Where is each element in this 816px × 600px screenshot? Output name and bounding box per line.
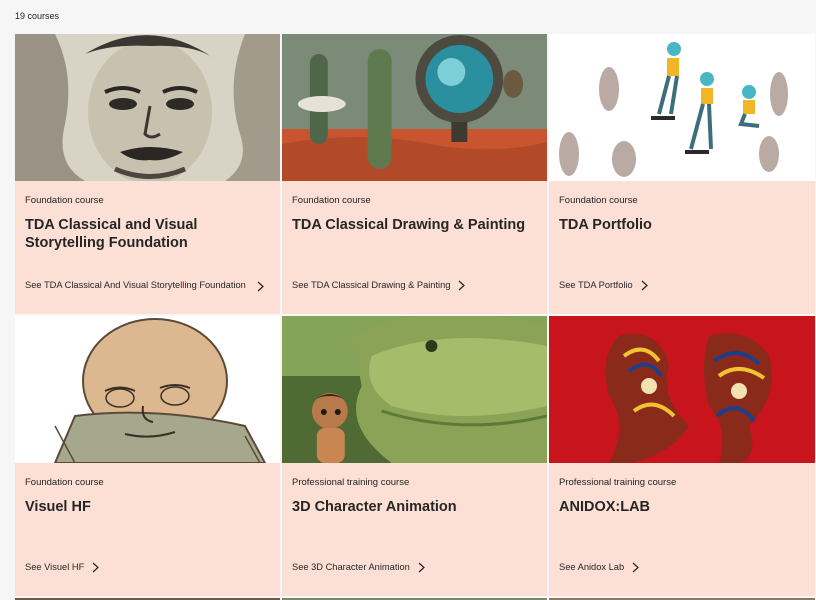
course-image-old-man-illustration[interactable] xyxy=(15,316,280,463)
chevron-right-icon xyxy=(641,280,648,291)
course-link[interactable]: See TDA Classical And Visual Storytellin… xyxy=(25,278,264,293)
course-link-label[interactable]: See 3D Character Animation xyxy=(292,562,410,572)
course-link[interactable]: See Anidox Lab xyxy=(559,560,785,575)
course-card[interactable]: Professional training course ANIDOX:LAB … xyxy=(549,316,815,596)
course-card[interactable]: Foundation course TDA Classical and Visu… xyxy=(15,34,280,314)
course-count: 19 courses xyxy=(15,11,60,21)
course-title[interactable]: Visuel HF xyxy=(25,498,266,516)
course-image-patterned-abstract[interactable] xyxy=(549,316,815,463)
course-type: Foundation course xyxy=(25,477,104,488)
course-type: Foundation course xyxy=(559,195,638,206)
course-title[interactable]: TDA Classical and Visual Storytelling Fo… xyxy=(25,216,266,252)
chevron-right-icon xyxy=(632,562,640,573)
course-image-character-sketches[interactable] xyxy=(549,34,815,181)
chevron-right-icon xyxy=(92,562,100,573)
course-link-label[interactable]: See TDA Classical Drawing & Painting xyxy=(292,280,450,290)
chevron-right-icon xyxy=(459,280,466,291)
course-type: Foundation course xyxy=(25,195,104,206)
course-type: Foundation course xyxy=(292,195,371,206)
course-image-surreal-painting[interactable] xyxy=(282,34,547,181)
course-title[interactable]: TDA Portfolio xyxy=(559,216,801,234)
course-link-label[interactable]: See TDA Portfolio xyxy=(559,280,633,290)
course-link-label[interactable]: See Anidox Lab xyxy=(559,562,624,572)
course-card[interactable]: Foundation course TDA Portfolio See TDA … xyxy=(549,34,815,314)
chevron-right-icon xyxy=(257,281,264,292)
course-title[interactable]: 3D Character Animation xyxy=(292,498,533,516)
course-link[interactable]: See 3D Character Animation xyxy=(292,560,517,575)
course-link[interactable]: See Visuel HF xyxy=(25,560,250,575)
course-image-3d-boy-and-lizard[interactable] xyxy=(282,316,547,463)
course-grid: Foundation course TDA Classical and Visu… xyxy=(15,34,815,596)
chevron-right-icon xyxy=(418,562,425,573)
course-link-label[interactable]: See TDA Classical And Visual Storytellin… xyxy=(25,280,246,290)
course-title[interactable]: ANIDOX:LAB xyxy=(559,498,801,516)
course-card[interactable]: Foundation course TDA Classical Drawing … xyxy=(282,34,547,314)
course-card[interactable]: Professional training course 3D Characte… xyxy=(282,316,547,596)
course-title[interactable]: TDA Classical Drawing & Painting xyxy=(292,216,533,234)
course-type: Professional training course xyxy=(292,477,410,488)
course-card[interactable]: Foundation course Visuel HF See Visuel H… xyxy=(15,316,280,596)
course-link-label[interactable]: See Visuel HF xyxy=(25,562,84,572)
course-type: Professional training course xyxy=(559,477,677,488)
course-link[interactable]: See TDA Portfolio xyxy=(559,278,785,293)
course-image-charcoal-portrait[interactable] xyxy=(15,34,280,181)
course-link[interactable]: See TDA Classical Drawing & Painting xyxy=(292,278,517,293)
